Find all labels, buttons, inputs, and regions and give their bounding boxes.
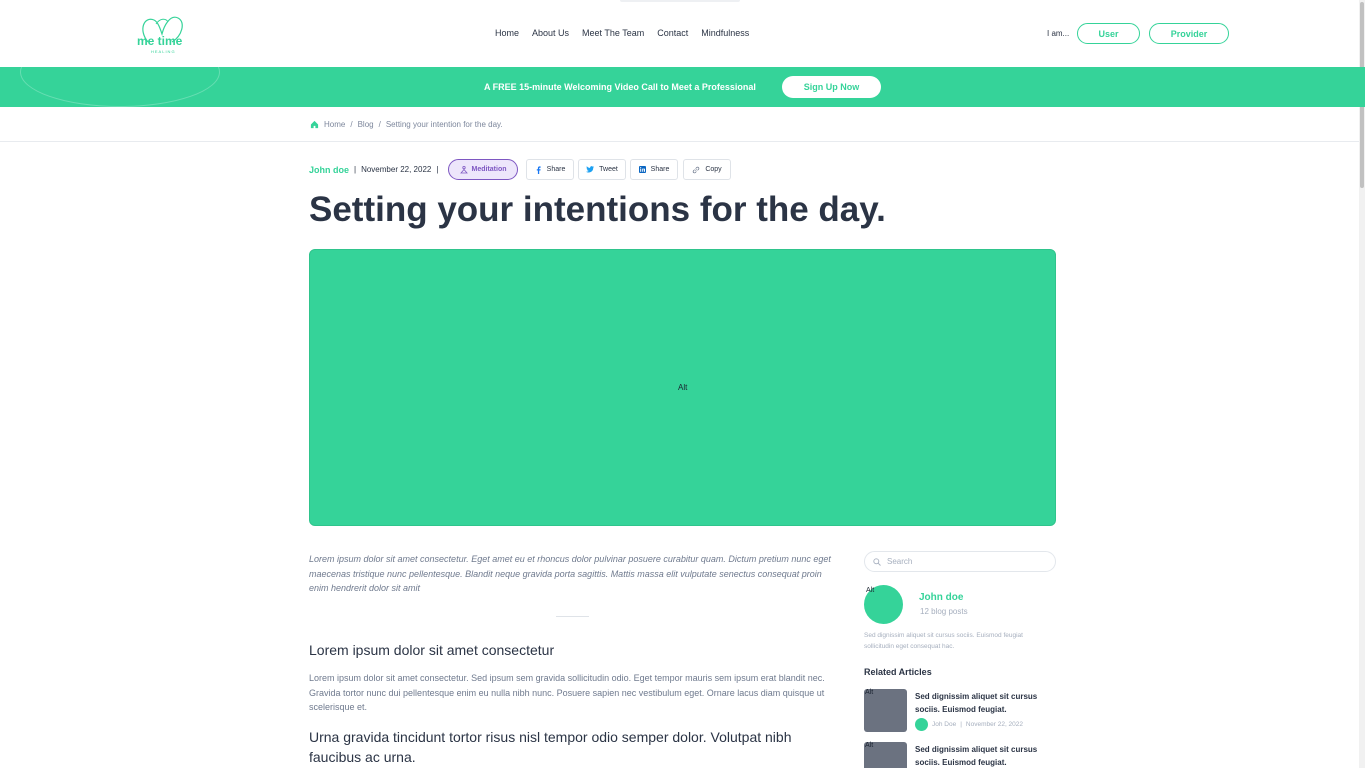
copy-link-button[interactable]: Copy [683,159,731,180]
breadcrumb-current: Setting your intention for the day. [385,120,503,129]
thumbnail-alt: Alt [865,689,874,696]
twitter-share-button[interactable]: Tweet [578,159,626,180]
related-article-thumbnail[interactable]: Alt [864,689,907,732]
search-placeholder: Search [887,557,913,566]
meta-separator: | [960,721,962,728]
breadcrumb-home[interactable]: Home [324,120,345,129]
nav-contact[interactable]: Contact [657,28,688,38]
nav-home[interactable]: Home [495,28,519,38]
sign-up-button[interactable]: Sign Up Now [782,76,881,98]
thumbnail-alt: Alt [865,742,874,749]
article-heading: Lorem ipsum dolor sit amet consectetur [309,642,555,658]
hero-image-alt: Alt [678,383,688,392]
site-header: me time HEALING Home About Us Meet The T… [0,0,1359,67]
section-divider [556,616,589,617]
share-label: Share [546,166,566,173]
author-post-count: 12 blog posts [920,607,968,616]
page-scrollbar[interactable] [1359,0,1365,768]
meta-separator: | [354,165,357,174]
banner-decoration [20,67,220,107]
nav-about-us[interactable]: About Us [532,28,569,38]
facebook-share-button[interactable]: Share [526,159,574,180]
hero-image: Alt [309,249,1056,526]
home-icon[interactable] [310,120,319,129]
meditation-icon [459,165,468,173]
linkedin-icon [638,166,646,173]
article-subheading: Urna gravida tincidunt tortor risus nisl… [309,729,792,765]
post-lead: Lorem ipsum dolor sit amet consectetur. … [309,554,831,593]
avatar [915,718,928,731]
share-label: Tweet [599,166,618,173]
link-icon [693,166,700,173]
related-article-title[interactable]: Sed dignissim aliquet sit cursus sociis.… [915,744,1055,768]
post-title: Setting your intentions for the day. [309,190,886,229]
i-am-label: I am... [1047,29,1070,38]
twitter-icon [586,166,595,173]
logo-text[interactable]: me time [137,34,182,48]
meta-separator: | [436,165,439,174]
related-articles-heading: Related Articles [864,667,932,677]
post-author[interactable]: John doe [309,165,349,175]
related-article-meta: Joh Doe | November 22, 2022 [915,718,1023,731]
post-meta: John doe | November 22, 2022 | [309,159,443,180]
related-article[interactable]: Alt Sed dignissim aliquet sit cursus soc… [864,689,1056,733]
related-article[interactable]: Alt Sed dignissim aliquet sit cursus soc… [864,742,1056,768]
header-notch [620,0,740,2]
facebook-icon [536,165,541,174]
provider-button[interactable]: Provider [1149,23,1229,44]
post-date: November 22, 2022 [361,165,432,174]
related-article-date: November 22, 2022 [965,721,1024,728]
related-article-author: Joh Doe [932,721,957,728]
author-avatar-alt: Alt [866,587,875,594]
promo-banner: A FREE 15-minute Welcoming Video Call to… [0,67,1365,107]
breadcrumb: Home / Blog / Setting your intention for… [310,120,503,129]
nav-mindfulness[interactable]: Mindfulness [701,28,749,38]
author-avatar[interactable]: Alt [864,585,903,624]
breadcrumb-separator: / [378,120,381,129]
main-nav: Home About Us Meet The Team Contact Mind… [495,28,749,38]
category-tag[interactable]: Meditation [448,159,518,180]
share-label: Share [650,166,670,173]
user-button[interactable]: User [1077,23,1140,44]
related-article-thumbnail[interactable]: Alt [864,742,907,768]
breadcrumb-bar: Home / Blog / Setting your intention for… [0,107,1359,142]
breadcrumb-separator: / [350,120,353,129]
linkedin-share-button[interactable]: Share [630,159,678,180]
author-bio: Sed dignissim aliquet sit cursus sociis.… [864,632,1023,650]
share-label: Copy [705,166,722,173]
related-article-title[interactable]: Sed dignissim aliquet sit cursus sociis.… [915,691,1055,716]
nav-meet-the-team[interactable]: Meet The Team [582,28,644,38]
category-tag-label: Meditation [471,166,507,173]
search-field[interactable]: Search [864,551,1056,572]
logo-subtext: HEALING [151,49,176,54]
banner-text: A FREE 15-minute Welcoming Video Call to… [484,82,756,92]
breadcrumb-blog[interactable]: Blog [358,120,374,129]
author-name[interactable]: John doe [919,592,963,603]
search-icon [873,557,881,566]
article-paragraph: Lorem ipsum dolor sit amet consectetur. … [309,673,825,712]
